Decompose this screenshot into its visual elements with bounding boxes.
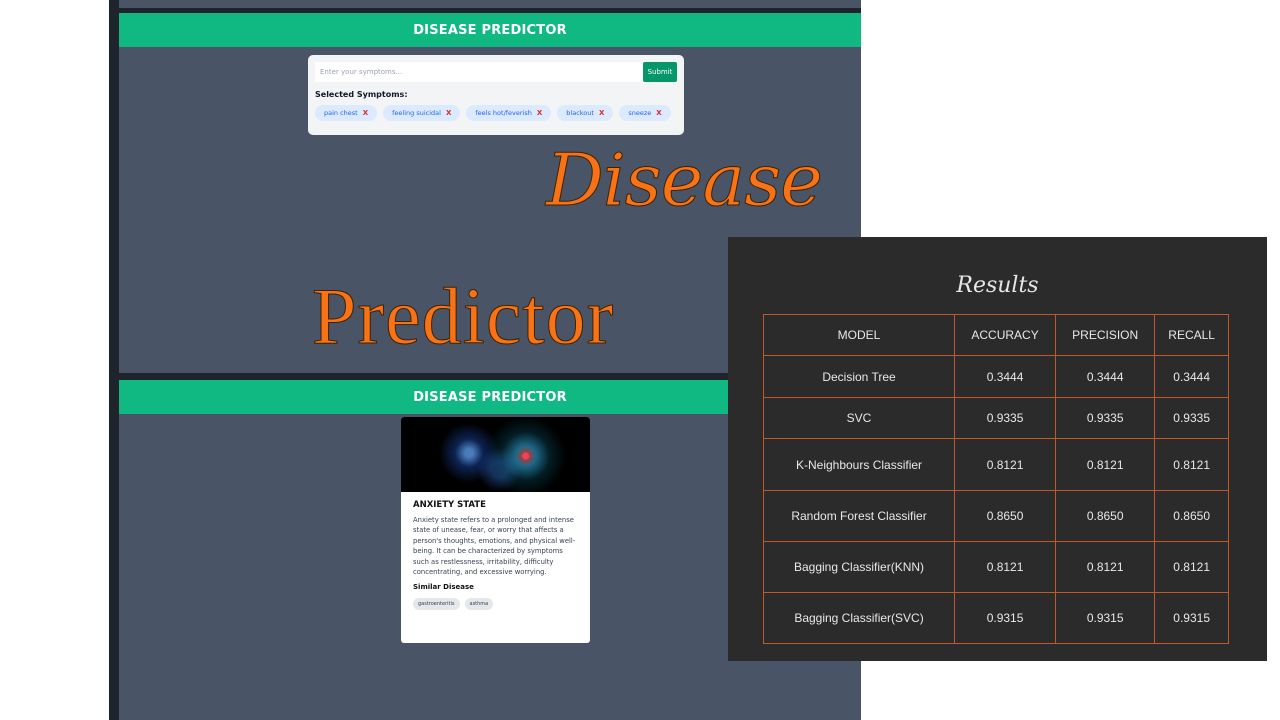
recall-cell: 0.8650	[1154, 490, 1229, 542]
precision-cell: 0.8121	[1055, 438, 1156, 491]
model-cell: K-Neighbours Classifier	[762, 438, 956, 491]
overlay-title-predictor: Predictor	[311, 273, 615, 362]
disease-description: Anxiety state refers to a prolonged and …	[413, 516, 576, 577]
recall-cell: 0.3444	[1154, 355, 1229, 398]
column-header-precision: PRECISION	[1055, 314, 1156, 356]
precision-cell: 0.8121	[1055, 541, 1156, 593]
symptom-form: Submit Selected Symptoms: pain chest X fe…	[308, 55, 684, 135]
remove-symptom-button[interactable]: X	[537, 109, 542, 117]
app-header-title: DISEASE PREDICTOR	[413, 22, 567, 38]
results-table: MODEL ACCURACY PRECISION RECALL Decision…	[762, 314, 1229, 644]
results-title: Results	[956, 273, 1039, 298]
model-cell: Bagging Classifier(SVC)	[762, 592, 956, 644]
recall-cell: 0.9335	[1154, 397, 1229, 439]
table-row: Bagging Classifier(SVC) 0.9315 0.9315 0.…	[762, 592, 1229, 644]
column-header-model: MODEL	[762, 314, 956, 356]
similar-disease-heading: Similar Disease	[413, 583, 474, 592]
recall-cell: 0.8121	[1154, 541, 1229, 593]
table-row: K-Neighbours Classifier 0.8121 0.8121 0.…	[762, 438, 1229, 491]
model-cell: Bagging Classifier(KNN)	[762, 541, 956, 593]
recall-cell: 0.8121	[1154, 438, 1229, 491]
table-row: Decision Tree 0.3444 0.3444 0.3444	[762, 355, 1229, 398]
symptom-chip: feels hot/feverish X	[466, 105, 552, 121]
similar-disease-tag[interactable]: asthma	[464, 598, 494, 611]
disease-card-body: ANXIETY STATE Anxiety state refers to a …	[401, 492, 590, 618]
previous-section-strip	[119, 0, 861, 8]
column-header-recall: RECALL	[1154, 314, 1229, 356]
table-header-row: MODEL ACCURACY PRECISION RECALL	[762, 314, 1229, 356]
model-cell: Decision Tree	[762, 355, 956, 398]
symptom-chip: pain chest X	[315, 105, 378, 121]
accuracy-cell: 0.3444	[954, 355, 1057, 398]
accuracy-cell: 0.8650	[954, 490, 1057, 542]
symptom-chip-label: pain chest	[324, 109, 358, 117]
remove-symptom-button[interactable]: X	[599, 109, 604, 117]
symptom-chip: blackout X	[557, 105, 614, 121]
results-panel: Results MODEL ACCURACY PRECISION RECALL …	[728, 237, 1267, 661]
collage: DISEASE PREDICTOR Submit Selected Sympto…	[0, 0, 1280, 720]
symptom-chip: sneeze X	[619, 105, 671, 121]
precision-cell: 0.9335	[1055, 397, 1156, 439]
table-row: Random Forest Classifier 0.8650 0.8650 0…	[762, 490, 1229, 542]
selected-symptoms-list: pain chest X feeling suicidal X feels hot/…	[315, 105, 677, 121]
accuracy-cell: 0.9315	[954, 592, 1057, 644]
submit-button[interactable]: Submit	[643, 62, 677, 82]
selected-symptoms-heading: Selected Symptoms:	[315, 90, 408, 99]
symptom-chip-label: blackout	[566, 109, 594, 117]
disease-card: ANXIETY STATE Anxiety state refers to a …	[401, 417, 590, 643]
symptom-chip-label: feels hot/feverish	[475, 109, 532, 117]
precision-cell: 0.3444	[1055, 355, 1156, 398]
overlay-title-disease: Disease	[546, 138, 824, 223]
similar-disease-list: gastroenteritis asthma	[413, 598, 578, 611]
similar-disease-tag[interactable]: gastroenteritis	[413, 598, 460, 611]
table-row: SVC 0.9335 0.9335 0.9335	[762, 397, 1229, 439]
symptom-input-row: Submit	[315, 62, 677, 82]
symptom-chip-label: feeling suicidal	[392, 109, 441, 117]
app-header: DISEASE PREDICTOR	[119, 13, 861, 47]
symptom-chip: feeling suicidal X	[383, 105, 461, 121]
table-row: Bagging Classifier(KNN) 0.8121 0.8121 0.…	[762, 541, 1229, 593]
remove-symptom-button[interactable]: X	[656, 109, 661, 117]
symptom-input[interactable]	[315, 62, 643, 82]
precision-cell: 0.8650	[1055, 490, 1156, 542]
remove-symptom-button[interactable]: X	[446, 109, 451, 117]
model-cell: Random Forest Classifier	[762, 490, 956, 542]
disease-title: ANXIETY STATE	[413, 500, 486, 510]
remove-symptom-button[interactable]: X	[363, 109, 368, 117]
accuracy-cell: 0.8121	[954, 438, 1057, 491]
column-header-accuracy: ACCURACY	[954, 314, 1057, 356]
precision-cell: 0.9315	[1055, 592, 1156, 644]
accuracy-cell: 0.9335	[954, 397, 1057, 439]
model-cell: SVC	[762, 397, 956, 439]
symptom-chip-label: sneeze	[628, 109, 652, 117]
accuracy-cell: 0.8121	[954, 541, 1057, 593]
disease-image	[401, 417, 590, 492]
app-header-title: DISEASE PREDICTOR	[413, 389, 567, 405]
recall-cell: 0.9315	[1154, 592, 1229, 644]
